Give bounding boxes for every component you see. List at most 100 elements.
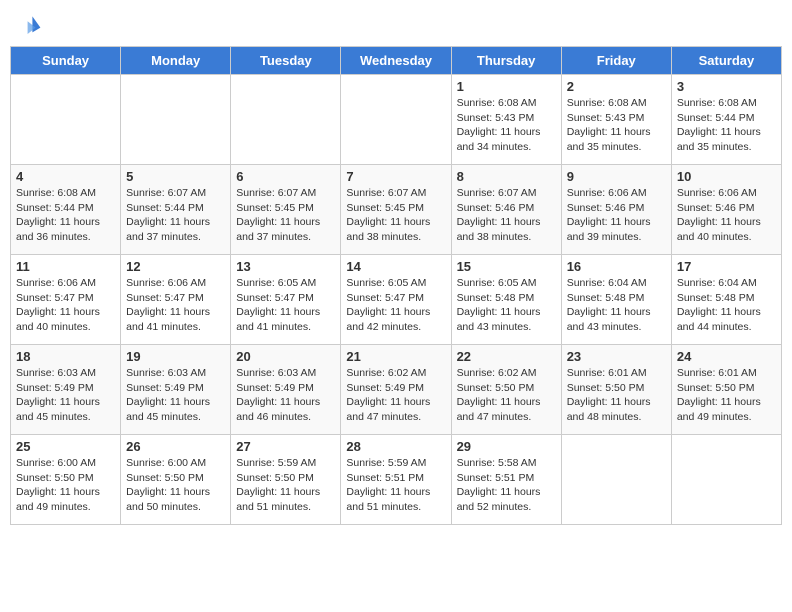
day-content: Sunrise: 6:00 AM Sunset: 5:50 PM Dayligh… xyxy=(16,456,115,515)
day-cell: 18 Sunrise: 6:03 AM Sunset: 5:49 PM Dayli… xyxy=(11,345,121,435)
header-cell-tuesday: Tuesday xyxy=(231,47,341,75)
day-cell: 13 Sunrise: 6:05 AM Sunset: 5:47 PM Dayli… xyxy=(231,255,341,345)
day-cell: 28 Sunrise: 5:59 AM Sunset: 5:51 PM Dayli… xyxy=(341,435,451,525)
week-row-2: 4 Sunrise: 6:08 AM Sunset: 5:44 PM Daylig… xyxy=(11,165,782,255)
day-number: 2 xyxy=(567,79,666,94)
day-cell: 17 Sunrise: 6:04 AM Sunset: 5:48 PM Dayli… xyxy=(671,255,781,345)
day-content: Sunrise: 6:07 AM Sunset: 5:46 PM Dayligh… xyxy=(457,186,556,245)
day-number: 16 xyxy=(567,259,666,274)
day-content: Sunrise: 6:08 AM Sunset: 5:44 PM Dayligh… xyxy=(16,186,115,245)
day-content: Sunrise: 6:05 AM Sunset: 5:47 PM Dayligh… xyxy=(346,276,445,335)
day-number: 11 xyxy=(16,259,115,274)
day-cell: 10 Sunrise: 6:06 AM Sunset: 5:46 PM Dayli… xyxy=(671,165,781,255)
day-cell: 15 Sunrise: 6:05 AM Sunset: 5:48 PM Dayli… xyxy=(451,255,561,345)
day-content: Sunrise: 6:06 AM Sunset: 5:46 PM Dayligh… xyxy=(567,186,666,245)
day-number: 6 xyxy=(236,169,335,184)
day-cell: 4 Sunrise: 6:08 AM Sunset: 5:44 PM Daylig… xyxy=(11,165,121,255)
day-number: 25 xyxy=(16,439,115,454)
day-content: Sunrise: 5:59 AM Sunset: 5:50 PM Dayligh… xyxy=(236,456,335,515)
day-content: Sunrise: 6:01 AM Sunset: 5:50 PM Dayligh… xyxy=(567,366,666,425)
day-number: 18 xyxy=(16,349,115,364)
day-cell xyxy=(561,435,671,525)
day-number: 15 xyxy=(457,259,556,274)
day-content: Sunrise: 6:04 AM Sunset: 5:48 PM Dayligh… xyxy=(567,276,666,335)
day-cell: 23 Sunrise: 6:01 AM Sunset: 5:50 PM Dayli… xyxy=(561,345,671,435)
day-number: 1 xyxy=(457,79,556,94)
day-cell: 29 Sunrise: 5:58 AM Sunset: 5:51 PM Dayli… xyxy=(451,435,561,525)
day-number: 20 xyxy=(236,349,335,364)
header-cell-thursday: Thursday xyxy=(451,47,561,75)
day-cell: 20Sunrise: 6:03 AM Sunset: 5:49 PM Dayli… xyxy=(231,345,341,435)
day-number: 12 xyxy=(126,259,225,274)
day-number: 3 xyxy=(677,79,776,94)
day-cell: 12Sunrise: 6:06 AM Sunset: 5:47 PM Dayli… xyxy=(121,255,231,345)
day-number: 17 xyxy=(677,259,776,274)
day-cell: 26 Sunrise: 6:00 AM Sunset: 5:50 PM Dayli… xyxy=(121,435,231,525)
day-content: Sunrise: 6:06 AM Sunset: 5:47 PM Dayligh… xyxy=(16,276,115,335)
day-number: 28 xyxy=(346,439,445,454)
day-number: 13 xyxy=(236,259,335,274)
day-number: 8 xyxy=(457,169,556,184)
day-cell: 16 Sunrise: 6:04 AM Sunset: 5:48 PM Dayli… xyxy=(561,255,671,345)
week-row-4: 18 Sunrise: 6:03 AM Sunset: 5:49 PM Dayli… xyxy=(11,345,782,435)
header-cell-friday: Friday xyxy=(561,47,671,75)
day-content: Sunrise: 6:06 AM Sunset: 5:46 PM Dayligh… xyxy=(677,186,776,245)
day-cell xyxy=(671,435,781,525)
day-cell: 14Sunrise: 6:05 AM Sunset: 5:47 PM Dayli… xyxy=(341,255,451,345)
day-cell xyxy=(341,75,451,165)
day-content: Sunrise: 6:04 AM Sunset: 5:48 PM Dayligh… xyxy=(677,276,776,335)
week-row-3: 11 Sunrise: 6:06 AM Sunset: 5:47 PM Dayli… xyxy=(11,255,782,345)
logo-icon xyxy=(10,10,42,42)
day-cell xyxy=(121,75,231,165)
day-number: 22 xyxy=(457,349,556,364)
day-number: 4 xyxy=(16,169,115,184)
day-number: 23 xyxy=(567,349,666,364)
day-cell xyxy=(231,75,341,165)
day-number: 21 xyxy=(346,349,445,364)
day-cell xyxy=(11,75,121,165)
day-content: Sunrise: 6:00 AM Sunset: 5:50 PM Dayligh… xyxy=(126,456,225,515)
day-content: Sunrise: 6:03 AM Sunset: 5:49 PM Dayligh… xyxy=(16,366,115,425)
day-cell: 5Sunrise: 6:07 AM Sunset: 5:44 PM Daylig… xyxy=(121,165,231,255)
day-cell: 1 Sunrise: 6:08 AM Sunset: 5:43 PM Daylig… xyxy=(451,75,561,165)
day-cell: 21 Sunrise: 6:02 AM Sunset: 5:49 PM Dayli… xyxy=(341,345,451,435)
header-row: SundayMondayTuesdayWednesdayThursdayFrid… xyxy=(11,47,782,75)
page-header xyxy=(10,10,782,42)
day-number: 9 xyxy=(567,169,666,184)
day-cell: 2Sunrise: 6:08 AM Sunset: 5:43 PM Daylig… xyxy=(561,75,671,165)
day-content: Sunrise: 6:03 AM Sunset: 5:49 PM Dayligh… xyxy=(126,366,225,425)
day-cell: 9 Sunrise: 6:06 AM Sunset: 5:46 PM Daylig… xyxy=(561,165,671,255)
day-number: 10 xyxy=(677,169,776,184)
day-cell: 25 Sunrise: 6:00 AM Sunset: 5:50 PM Dayli… xyxy=(11,435,121,525)
header-cell-sunday: Sunday xyxy=(11,47,121,75)
day-content: Sunrise: 6:07 AM Sunset: 5:45 PM Dayligh… xyxy=(346,186,445,245)
day-cell: 7 Sunrise: 6:07 AM Sunset: 5:45 PM Daylig… xyxy=(341,165,451,255)
header-cell-wednesday: Wednesday xyxy=(341,47,451,75)
day-number: 7 xyxy=(346,169,445,184)
calendar-table: SundayMondayTuesdayWednesdayThursdayFrid… xyxy=(10,46,782,525)
day-cell: 27 Sunrise: 5:59 AM Sunset: 5:50 PM Dayli… xyxy=(231,435,341,525)
day-number: 5 xyxy=(126,169,225,184)
day-content: Sunrise: 5:59 AM Sunset: 5:51 PM Dayligh… xyxy=(346,456,445,515)
day-number: 19 xyxy=(126,349,225,364)
day-cell: 3Sunrise: 6:08 AM Sunset: 5:44 PM Daylig… xyxy=(671,75,781,165)
day-content: Sunrise: 6:02 AM Sunset: 5:50 PM Dayligh… xyxy=(457,366,556,425)
day-content: Sunrise: 6:05 AM Sunset: 5:47 PM Dayligh… xyxy=(236,276,335,335)
day-cell: 22 Sunrise: 6:02 AM Sunset: 5:50 PM Dayli… xyxy=(451,345,561,435)
day-number: 29 xyxy=(457,439,556,454)
day-content: Sunrise: 5:58 AM Sunset: 5:51 PM Dayligh… xyxy=(457,456,556,515)
week-row-1: 1 Sunrise: 6:08 AM Sunset: 5:43 PM Daylig… xyxy=(11,75,782,165)
week-row-5: 25 Sunrise: 6:00 AM Sunset: 5:50 PM Dayli… xyxy=(11,435,782,525)
day-content: Sunrise: 6:07 AM Sunset: 5:45 PM Dayligh… xyxy=(236,186,335,245)
day-content: Sunrise: 6:08 AM Sunset: 5:43 PM Dayligh… xyxy=(457,96,556,155)
day-cell: 19 Sunrise: 6:03 AM Sunset: 5:49 PM Dayli… xyxy=(121,345,231,435)
day-number: 27 xyxy=(236,439,335,454)
day-cell: 6 Sunrise: 6:07 AM Sunset: 5:45 PM Daylig… xyxy=(231,165,341,255)
day-content: Sunrise: 6:05 AM Sunset: 5:48 PM Dayligh… xyxy=(457,276,556,335)
day-content: Sunrise: 6:02 AM Sunset: 5:49 PM Dayligh… xyxy=(346,366,445,425)
day-cell: 8 Sunrise: 6:07 AM Sunset: 5:46 PM Daylig… xyxy=(451,165,561,255)
day-number: 24 xyxy=(677,349,776,364)
day-number: 26 xyxy=(126,439,225,454)
header-cell-saturday: Saturday xyxy=(671,47,781,75)
logo xyxy=(10,10,46,42)
